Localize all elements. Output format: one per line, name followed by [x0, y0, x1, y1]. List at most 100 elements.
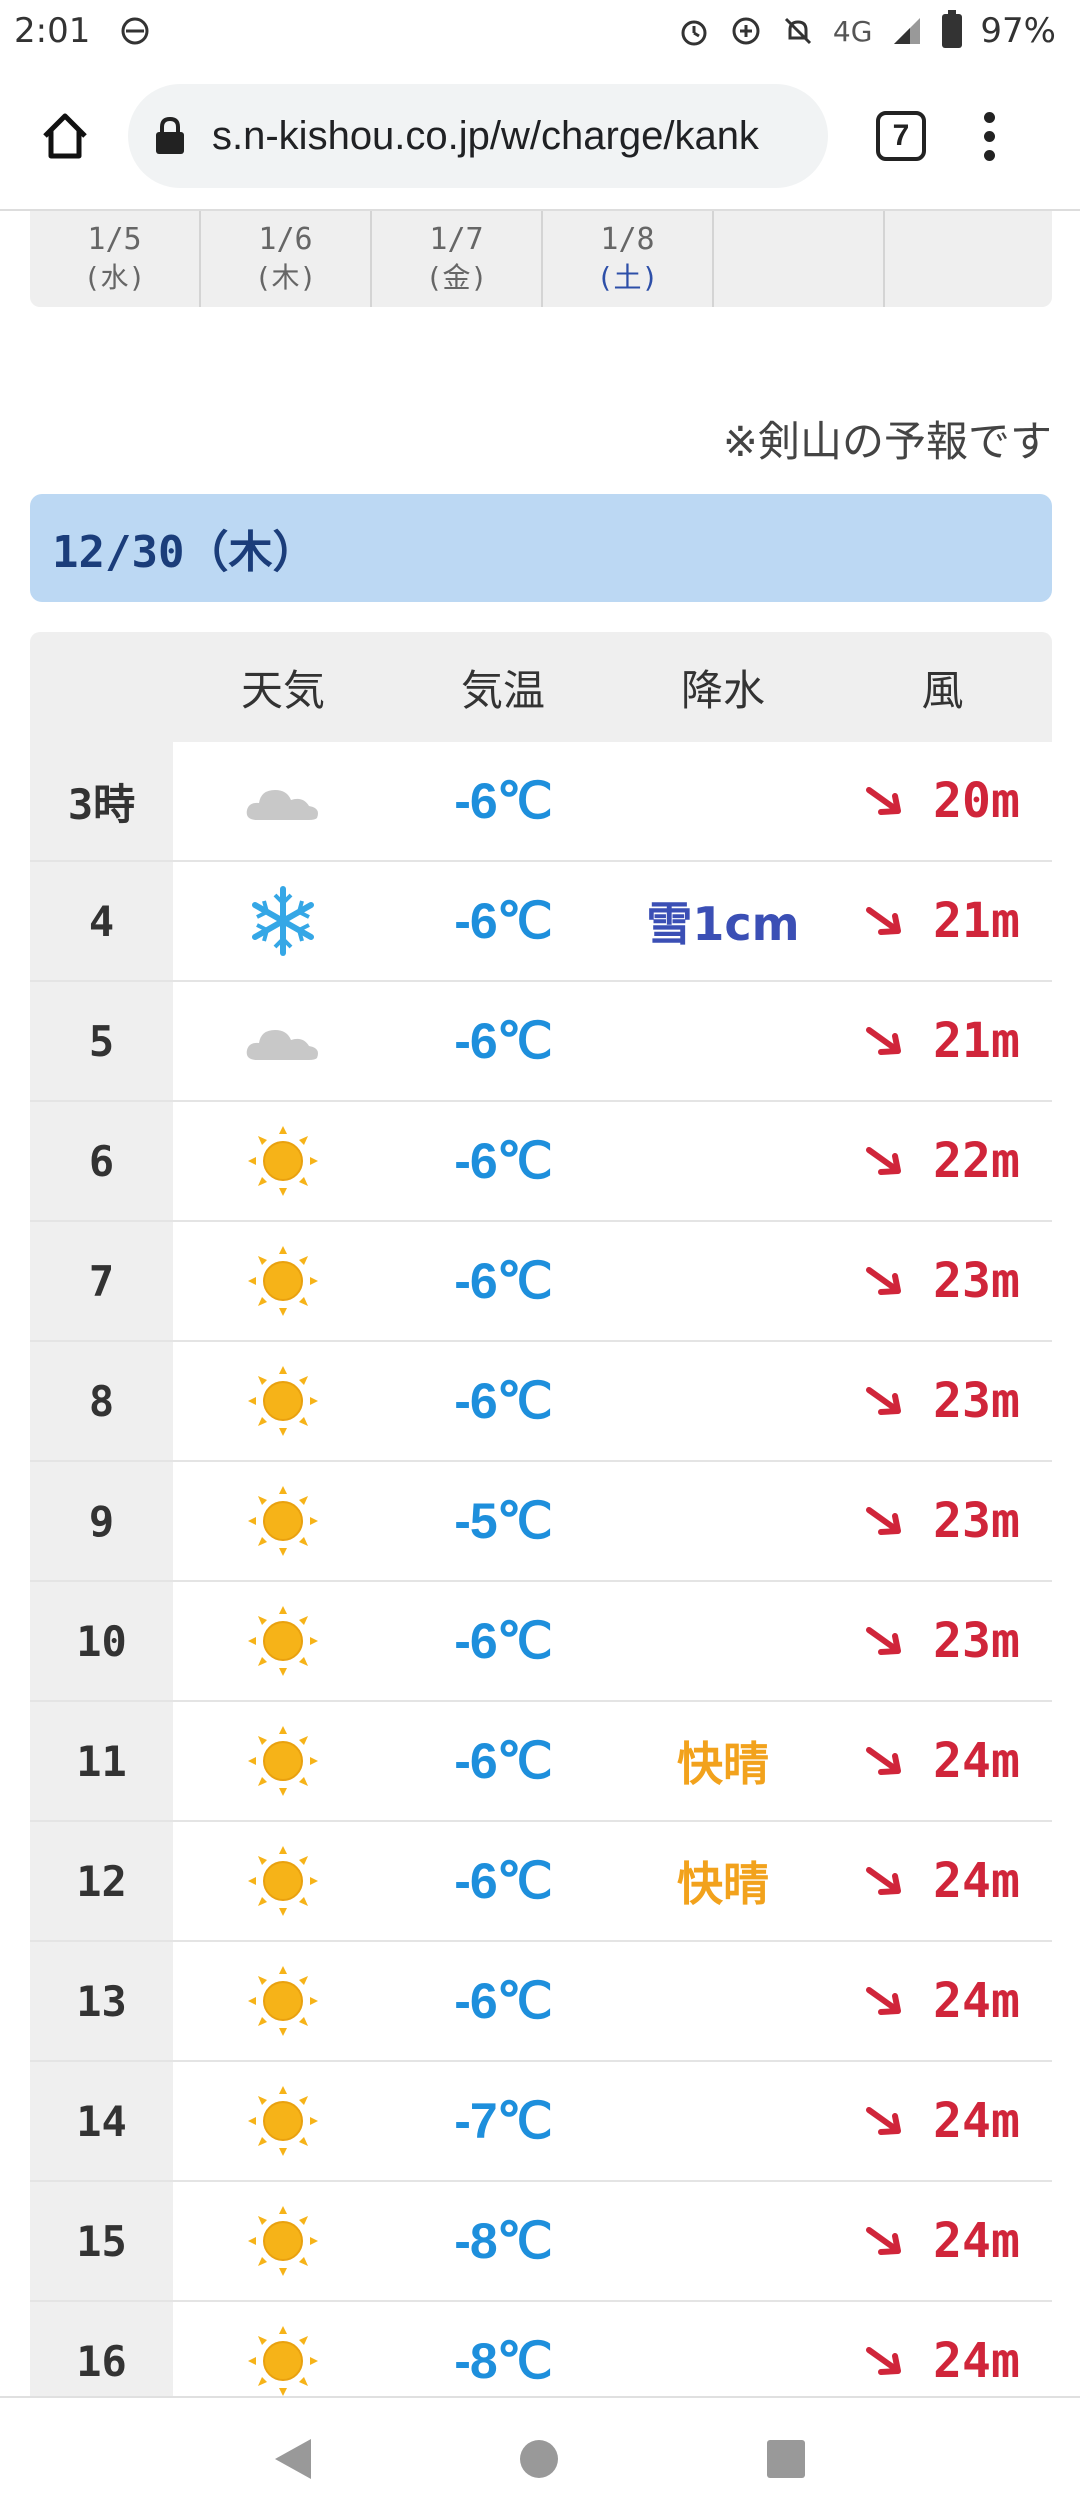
wind-direction-arrow-icon: [866, 2107, 902, 2135]
temperature-cell: -8℃: [454, 2333, 553, 2389]
table-row: 7 -6℃ 23m: [30, 1222, 1052, 1342]
wind-cell: 22m: [833, 1133, 1052, 1189]
date-label: 1/6: [258, 222, 313, 257]
wind-cell: 21m: [833, 1013, 1052, 1069]
recents-button[interactable]: [767, 2440, 806, 2478]
wind-speed: 23m: [933, 1373, 1020, 1429]
wind-cell: 23m: [833, 1373, 1052, 1429]
sunny-icon: [248, 2326, 318, 2396]
hour-cell: 4: [30, 862, 173, 980]
wind-cell: 20m: [833, 773, 1052, 829]
url-text: s.n-kishou.co.jp/w/charge/kank: [212, 113, 759, 158]
weather-cell: [173, 883, 393, 959]
snow-icon: [252, 886, 314, 956]
cloudy-icon: [246, 1030, 318, 1060]
wind-speed: 23m: [933, 1493, 1020, 1549]
hour-cell: 15: [30, 2182, 173, 2300]
temperature-cell: -6℃: [454, 1613, 553, 1669]
temperature-cell: -6℃: [454, 1373, 553, 1429]
home-icon: [43, 113, 87, 159]
wind-direction-arrow-icon: [866, 1867, 902, 1895]
wind-cell: 24m: [833, 1733, 1052, 1789]
table-row: 6 -6℃ 22m: [30, 1102, 1052, 1222]
back-button[interactable]: [274, 2439, 311, 2479]
battery-level: 97%: [980, 11, 1056, 51]
hour-cell: 14: [30, 2062, 173, 2180]
battery-icon: [942, 10, 963, 48]
lock-icon: [156, 116, 184, 154]
header-precipitation: 降水: [680, 665, 765, 715]
home-button[interactable]: [30, 101, 100, 171]
tab-switcher-button[interactable]: 7: [876, 111, 926, 161]
date-tab[interactable]: 1/7 (金): [372, 211, 543, 307]
home-nav-button[interactable]: [519, 2440, 558, 2478]
weather-cell: [173, 1963, 393, 2039]
date-tab[interactable]: 1/6 (木): [201, 211, 372, 307]
table-row: 13 -6℃ 24m: [30, 1942, 1052, 2062]
hour-cell: 11: [30, 1702, 173, 1820]
temperature-cell: -6℃: [454, 1253, 553, 1309]
sunny-icon: [248, 1246, 318, 1316]
wind-speed: 24m: [933, 1733, 1020, 1789]
wind-direction-arrow-icon: [866, 1987, 902, 2015]
temperature-cell: -6℃: [454, 1013, 553, 1069]
wind-cell: 24m: [833, 2093, 1052, 2149]
header-temperature: 気温: [460, 665, 545, 715]
weather-cell: [173, 1603, 393, 1679]
table-row: 8 -6℃ 23m: [30, 1342, 1052, 1462]
wind-direction-arrow-icon: [866, 2227, 902, 2255]
overflow-menu-button[interactable]: [982, 111, 996, 161]
network-type: 4G: [832, 14, 873, 48]
status-bar: 2:01 4G 97%: [0, 0, 1080, 62]
clock: 2:01: [14, 11, 91, 51]
temperature-cell: -5℃: [454, 1493, 553, 1549]
hour-cell: 12: [30, 1822, 173, 1940]
table-row: 15 -8℃ 24m: [30, 2182, 1052, 2302]
weather-cell: [173, 1243, 393, 1319]
wind-speed: 24m: [933, 2093, 1020, 2149]
sunny-icon: [248, 1966, 318, 2036]
date-tab[interactable]: 1/5 (水): [30, 211, 201, 307]
sunny-icon: [248, 2206, 318, 2276]
date-label: 1/7: [429, 222, 484, 257]
alarm-icon: [681, 20, 707, 46]
table-row: 3時 -6℃ 20m: [30, 742, 1052, 862]
sunny-icon: [248, 1606, 318, 1676]
wind-direction-arrow-icon: [866, 2347, 902, 2375]
hour-cell: 10: [30, 1582, 173, 1700]
weather-cell: [173, 2083, 393, 2159]
wind-cell: 23m: [833, 1493, 1052, 1549]
precipitation-cell: 雪1cm: [646, 897, 800, 951]
table-row: 5 -6℃ 21m: [30, 982, 1052, 1102]
wind-cell: 24m: [833, 2333, 1052, 2389]
hour-cell: 9: [30, 1462, 173, 1580]
table-row: 11 -6℃ 快晴 24m: [30, 1702, 1052, 1822]
temperature-cell: -7℃: [454, 2093, 553, 2149]
weather-cell: [173, 1843, 393, 1919]
hour-cell: 5: [30, 982, 173, 1100]
wind-direction-arrow-icon: [866, 907, 902, 935]
table-row: 10 -6℃ 23m: [30, 1582, 1052, 1702]
weather-cell: [173, 2323, 393, 2399]
wind-cell: 21m: [833, 893, 1052, 949]
wind-direction-arrow-icon: [866, 1147, 902, 1175]
date-tab[interactable]: 1/8 (土): [543, 211, 714, 307]
wind-speed: 21m: [933, 893, 1020, 949]
day-header: 12/30（木）: [30, 494, 1052, 602]
wind-direction-arrow-icon: [866, 1267, 902, 1295]
address-bar[interactable]: s.n-kishou.co.jp/w/charge/kank: [128, 84, 828, 188]
precipitation-cell: 快晴: [677, 1737, 769, 1791]
wind-cell: 24m: [833, 2213, 1052, 2269]
wind-speed: 24m: [933, 2213, 1020, 2269]
hour-cell: 3時: [30, 742, 173, 860]
wind-speed: 23m: [933, 1613, 1020, 1669]
wind-direction-arrow-icon: [866, 1627, 902, 1655]
hour-cell: 8: [30, 1342, 173, 1460]
weather-cell: [173, 1016, 393, 1066]
date-tab-strip: 1/5 (水) 1/6 (木) 1/7 (金) 1/8 (土): [30, 211, 1052, 307]
temperature-cell: -6℃: [454, 1853, 553, 1909]
data-saver-icon: [121, 17, 149, 45]
weather-cell: [173, 1123, 393, 1199]
weather-cell: [173, 2203, 393, 2279]
sunny-icon: [248, 1366, 318, 1436]
